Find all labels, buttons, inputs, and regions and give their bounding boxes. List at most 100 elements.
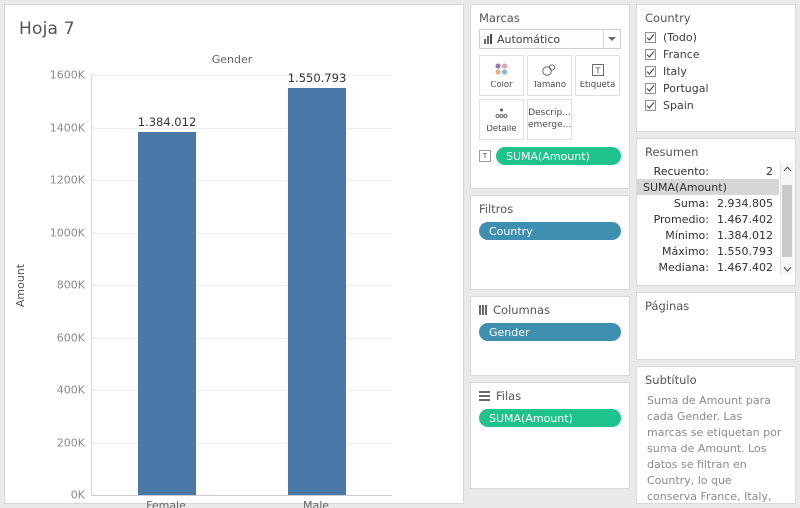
chevron-down-icon[interactable]: [781, 263, 793, 275]
columns-shelf-title-label: Columnas: [493, 303, 551, 317]
marks-card: Marcas Automático Color Tamaño T Etiquet…: [470, 4, 630, 189]
bar-value-label: 1.384.012: [137, 114, 197, 129]
summary-card-title: Resumen: [637, 139, 795, 163]
label-text-icon: T: [591, 62, 605, 79]
y-axis-tick-label: 1400K: [49, 121, 85, 134]
y-axis-tick-label: 1000K: [49, 226, 85, 239]
y-axis-tick-label: 0K: [70, 488, 85, 502]
summary-card-title-label: Resumen: [645, 145, 699, 159]
bar-chart: Gender Amount 0K 200K 400K 600K 800K 1000K 120…: [5, 53, 463, 508]
checkbox-checked-icon[interactable]: [645, 49, 656, 60]
summary-scrollbar-track[interactable]: [782, 175, 792, 263]
summary-rows: Recuento: 2 SUMA(Amount) Suma: 2.934.805 Prom…: [637, 163, 795, 275]
bar-value-label: 1.550.793: [287, 70, 347, 85]
mark-type-dropdown[interactable]: Automático: [479, 29, 621, 49]
country-filter-item[interactable]: (Todo): [645, 29, 787, 46]
summary-card-body: Recuento: 2 SUMA(Amount) Suma: 2.934.805 Prom…: [637, 163, 795, 279]
country-card-body: (Todo) France Italy Portugal Spain: [637, 29, 795, 122]
detail-dots-icon: [493, 106, 510, 123]
marks-button-color[interactable]: Color: [479, 55, 524, 96]
subtitle-text: Suma de Amount para cada Gender. Las mar…: [647, 394, 782, 508]
gridline: [92, 337, 392, 339]
filters-card: Filtros Country: [470, 195, 630, 290]
columns-shelf-body: Gender: [471, 323, 629, 349]
marks-button-size[interactable]: Tamaño: [527, 55, 572, 96]
summary-row: Mediana: 1.467.402: [637, 259, 779, 275]
filters-card-body: Country: [471, 222, 629, 248]
pill-gender-column[interactable]: Gender: [479, 323, 621, 341]
page-title: Hoja 7: [19, 19, 75, 39]
bar-mark[interactable]: 1.384.012: [138, 115, 196, 495]
summary-row-value: 1.467.402: [717, 260, 773, 274]
rows-shelf-body: SUMA(Amount): [471, 409, 629, 435]
summary-row-value: 2: [766, 164, 773, 178]
bar-rect: [138, 131, 196, 495]
country-filter-item[interactable]: France: [645, 46, 787, 63]
chevron-down-icon[interactable]: [603, 30, 620, 48]
x-axis-tick-label[interactable]: Female: [146, 499, 186, 508]
pill-suma-amount-marks[interactable]: SUMA(Amount): [496, 147, 621, 165]
summary-scrollbar[interactable]: [780, 163, 793, 275]
marks-button-label[interactable]: T Etiqueta: [575, 55, 620, 96]
country-card-title-label: Country: [645, 11, 691, 25]
country-filter-item-label: Portugal: [663, 82, 709, 95]
summary-row-key: SUMA(Amount): [643, 180, 727, 194]
checkbox-checked-icon[interactable]: [645, 66, 656, 77]
y-axis-tick-label: 200K: [56, 436, 85, 449]
marks-button-tooltip[interactable]: Descrip... emerge...: [527, 99, 572, 140]
y-axis-ticks: 0K 200K 400K 600K 800K 1000K 1200K 1400K 1600K: [29, 69, 95, 502]
x-axis-tick-label[interactable]: Male: [303, 499, 329, 508]
marks-button-label-label: Etiqueta: [579, 80, 616, 90]
checkbox-checked-icon[interactable]: [645, 83, 656, 94]
gridline: [92, 180, 392, 181]
summary-row-value: 1.550.793: [717, 244, 773, 258]
summary-row: Promedio: 1.467.402: [637, 211, 779, 227]
summary-row-key: Suma:: [673, 196, 709, 210]
bar-mark[interactable]: 1.550.793: [288, 71, 346, 495]
country-filter-item[interactable]: Italy: [645, 63, 787, 80]
summary-row-value: 1.384.012: [717, 228, 773, 242]
filters-card-title: Filtros: [471, 196, 629, 220]
bar-chart-icon: [484, 34, 492, 44]
view-pane: Hoja 7 Gender Amount 0K 200K 400K 600K 800K 1…: [4, 4, 464, 508]
y-axis-tick-label: 800K: [56, 278, 85, 292]
subtitle-card-title-label: Subtítulo: [645, 373, 697, 387]
color-dots-icon: [493, 62, 510, 79]
country-filter-card: Country (Todo) France Italy Portugal Spain: [636, 4, 796, 132]
right-cards-column: Country (Todo) France Italy Portugal Spain R…: [636, 4, 796, 508]
pill-country-filter[interactable]: Country: [479, 222, 621, 240]
y-axis-tick-label: 1200K: [49, 173, 85, 187]
country-filter-item[interactable]: Spain: [645, 97, 787, 114]
summary-row-key: Recuento:: [653, 164, 709, 178]
rows-shelf-title: Filas: [471, 383, 629, 407]
filters-card-title-label: Filtros: [479, 202, 514, 216]
rows-shelf-title-label: Filas: [496, 389, 522, 403]
marks-card-body: Automático Color Tamaño T Etiqueta Detal…: [471, 29, 629, 173]
checkbox-checked-icon[interactable]: [645, 32, 656, 43]
checkbox-checked-icon[interactable]: [645, 100, 656, 111]
country-filter-item-label: France: [663, 48, 700, 61]
gridline: [92, 285, 392, 286]
marks-button-color-label: Color: [490, 80, 513, 90]
plot-area: 1.384.012 1.550.793: [91, 71, 392, 496]
y-axis-tick-label: 600K: [56, 331, 85, 344]
summary-scrollbar-thumb[interactable]: [782, 185, 792, 257]
marks-button-detail[interactable]: Detalle: [479, 99, 524, 140]
summary-row-key: Mínimo:: [665, 228, 709, 242]
pages-card-body[interactable]: [637, 317, 795, 325]
y-axis-tick-label: 400K: [56, 383, 85, 397]
summary-row-value: 1.467.402: [717, 212, 773, 226]
subtitle-card-body: Suma de Amount para cada Gender. Las mar…: [637, 391, 795, 508]
pill-suma-amount-rows[interactable]: SUMA(Amount): [479, 409, 621, 427]
summary-row: Recuento: 2: [637, 163, 779, 179]
bar-rect: [288, 87, 346, 495]
pages-card-title: Páginas: [637, 293, 795, 317]
country-filter-item[interactable]: Portugal: [645, 80, 787, 97]
tableau-worksheet-window: Hoja 7 Gender Amount 0K 200K 400K 600K 800K 1…: [0, 0, 800, 508]
label-text-icon: T: [479, 150, 491, 162]
chevron-up-icon[interactable]: [781, 163, 793, 175]
summary-row-key: Máximo:: [662, 244, 709, 258]
columns-icon: [479, 305, 487, 315]
country-card-title: Country: [637, 5, 795, 29]
gridline: [92, 75, 392, 76]
